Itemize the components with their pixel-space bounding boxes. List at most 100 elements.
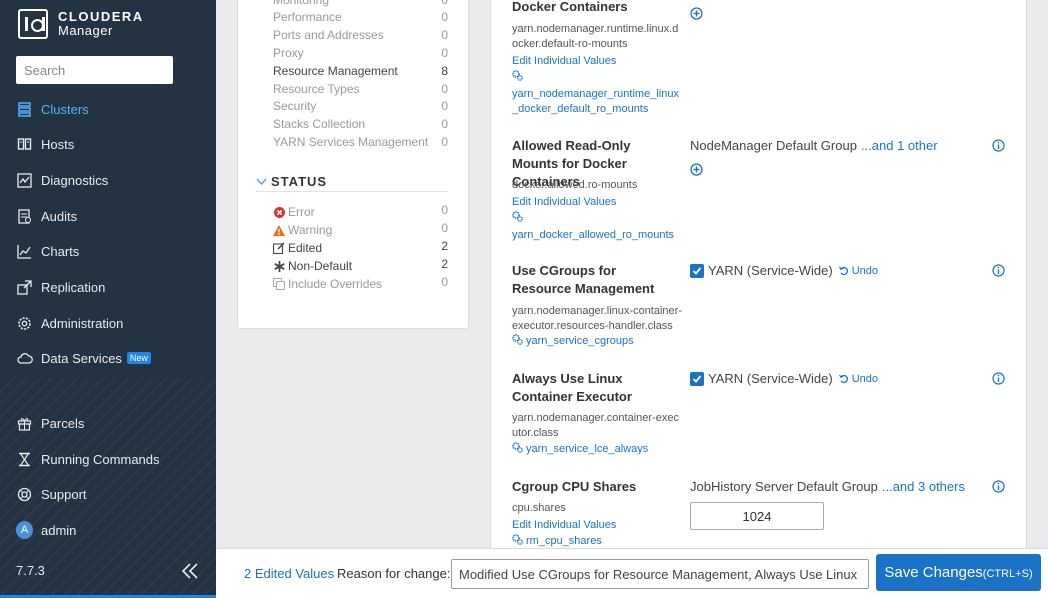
overrides-icon bbox=[273, 278, 285, 290]
config-name-link[interactable]: yarn_service_cgroups bbox=[512, 334, 684, 349]
undo-button[interactable]: Undo bbox=[838, 265, 878, 277]
nav-audits[interactable]: Audits bbox=[16, 204, 77, 228]
nav-parcels[interactable]: Parcels bbox=[16, 411, 84, 435]
filter-category[interactable]: Security 0 bbox=[273, 99, 448, 117]
nav-administration-label: Administration bbox=[41, 315, 124, 331]
property-key: yarn.nodemanager.container-executor.clas… bbox=[512, 412, 679, 439]
replication-icon bbox=[16, 279, 33, 296]
gears-icon bbox=[512, 70, 523, 81]
more-groups-link[interactable]: ...and 1 other bbox=[861, 138, 938, 153]
config-name-link[interactable]: yarn_nodemanager_runtime_linux_docker_de… bbox=[512, 70, 684, 117]
undo-icon bbox=[838, 374, 848, 383]
diagnostics-icon bbox=[16, 172, 33, 189]
filter-category[interactable]: Proxy 0 bbox=[273, 46, 448, 64]
nav-replication[interactable]: Replication bbox=[16, 275, 105, 299]
cloud-icon bbox=[16, 350, 33, 367]
nav-administration[interactable]: Administration bbox=[16, 311, 123, 335]
edit-individual-values-link[interactable]: Edit Individual Values bbox=[512, 196, 616, 208]
add-value-icon[interactable] bbox=[690, 163, 703, 176]
cgroups-checkbox[interactable] bbox=[690, 263, 704, 278]
nav-charts[interactable]: Charts bbox=[16, 239, 79, 263]
nav-hosts[interactable]: Hosts bbox=[16, 132, 74, 156]
collapse-sidebar-icon[interactable] bbox=[180, 561, 200, 581]
gears-icon bbox=[512, 442, 523, 453]
avatar: A bbox=[16, 521, 33, 539]
property-value: JobHistory Server Default Group ...and 3… bbox=[690, 479, 965, 494]
info-icon[interactable] bbox=[992, 480, 1005, 493]
config-name-link[interactable]: rm_cpu_shares bbox=[512, 534, 684, 549]
edited-values-link[interactable]: 2 Edited Values bbox=[244, 566, 334, 581]
config-name-link[interactable]: yarn_service_lce_always bbox=[512, 442, 684, 457]
filter-category[interactable]: Stacks Collection 0 bbox=[273, 117, 448, 135]
new-badge: New bbox=[126, 352, 151, 364]
edit-individual-values-link[interactable]: Edit Individual Values bbox=[512, 55, 616, 67]
version-label: 7.7.3 bbox=[16, 563, 45, 578]
nav-replication-label: Replication bbox=[41, 279, 106, 295]
gift-icon bbox=[16, 415, 33, 432]
charts-icon bbox=[16, 243, 33, 260]
filter-category[interactable]: Resource Management 8 bbox=[273, 64, 448, 82]
more-groups-link[interactable]: ...and 3 others bbox=[882, 479, 965, 494]
nav-audits-label: Audits bbox=[41, 208, 78, 224]
nav-user[interactable]: A admin bbox=[16, 518, 76, 542]
nav-support[interactable]: Support bbox=[16, 482, 87, 506]
error-icon bbox=[273, 206, 285, 218]
lce-always-checkbox[interactable] bbox=[690, 371, 704, 386]
nav-diagnostics-label: Diagnostics bbox=[41, 172, 109, 188]
gear-icon bbox=[16, 315, 33, 332]
filter-category[interactable]: Resource Types 0 bbox=[273, 82, 448, 100]
edit-individual-values-link[interactable]: Edit Individual Values bbox=[512, 519, 616, 531]
filter-status-warning[interactable]: Warning 0 bbox=[273, 221, 448, 239]
edit-icon bbox=[273, 242, 285, 254]
nav-data-services[interactable]: Data Services New bbox=[16, 346, 151, 370]
gears-icon bbox=[512, 211, 523, 222]
filter-status-error[interactable]: Error 0 bbox=[273, 203, 448, 221]
nav-diagnostics[interactable]: Diagnostics bbox=[16, 168, 108, 192]
save-changes-button[interactable]: Save Changes(CTRL+S) bbox=[876, 554, 1041, 591]
property-key: yarn.nodemanager.runtime.linux.docker.de… bbox=[512, 23, 679, 50]
asterisk-icon bbox=[273, 260, 285, 272]
filter-category[interactable]: Ports and Addresses 0 bbox=[273, 28, 448, 46]
filter-status-include-overrides[interactable]: Include Overrides 0 bbox=[273, 275, 448, 293]
config-panel: Docker Containers yarn.nodemanager.runti… bbox=[490, 0, 1027, 550]
undo-button[interactable]: Undo bbox=[838, 373, 878, 385]
property-value: YARN (Service-Wide) Undo bbox=[690, 263, 878, 278]
audits-icon bbox=[16, 208, 33, 225]
filter-category[interactable]: YARN Services Management 0 bbox=[273, 135, 448, 153]
chevron-down-icon bbox=[256, 178, 267, 186]
filter-category[interactable]: Performance 0 bbox=[273, 10, 448, 28]
property-name: Use CGroups for Resource Management bbox=[512, 263, 655, 296]
reason-label: Reason for change: bbox=[337, 566, 451, 581]
info-icon[interactable] bbox=[992, 139, 1005, 152]
filter-status-non-default[interactable]: Non-Default 2 bbox=[273, 257, 448, 275]
brand-product: Manager bbox=[58, 23, 113, 38]
nav-running-commands-label: Running Commands bbox=[41, 451, 160, 467]
cpu-shares-input[interactable] bbox=[690, 502, 824, 530]
property-key: yarn.nodemanager.linux-container-executo… bbox=[512, 305, 682, 332]
property-value: YARN (Service-Wide) Undo bbox=[690, 371, 878, 386]
nav-hosts-label: Hosts bbox=[41, 136, 75, 152]
nav-data-services-label: Data Services bbox=[41, 350, 122, 366]
brand-name: CLOUDERA bbox=[58, 9, 144, 24]
cloudera-logo-icon bbox=[18, 9, 48, 39]
gears-icon bbox=[512, 534, 523, 545]
sidebar: CLOUDERA Manager Clusters Hosts Diagnost… bbox=[0, 0, 216, 598]
reason-input[interactable] bbox=[451, 559, 869, 589]
nav-clusters-label: Clusters bbox=[41, 101, 89, 117]
nav-running-commands[interactable]: Running Commands bbox=[16, 447, 160, 471]
info-icon[interactable] bbox=[992, 264, 1005, 277]
property-name: Cgroup CPU Shares bbox=[512, 479, 637, 494]
config-name-link[interactable]: yarn_docker_allowed_ro_mounts bbox=[512, 211, 684, 243]
hourglass-icon bbox=[16, 451, 33, 468]
property-key: cpu.shares bbox=[512, 502, 566, 514]
save-footer-bar: 2 Edited Values Reason for change: Save … bbox=[216, 548, 1048, 598]
brand[interactable]: CLOUDERA Manager bbox=[18, 8, 144, 40]
search-input[interactable] bbox=[16, 56, 173, 84]
nav-charts-label: Charts bbox=[41, 243, 80, 259]
add-value-icon[interactable] bbox=[690, 7, 703, 20]
status-section-header[interactable]: STATUS bbox=[256, 172, 448, 192]
info-icon[interactable] bbox=[992, 372, 1005, 385]
filter-status-edited[interactable]: Edited 2 bbox=[273, 239, 448, 257]
nav-user-label: admin bbox=[41, 522, 77, 538]
nav-clusters[interactable]: Clusters bbox=[16, 97, 89, 121]
